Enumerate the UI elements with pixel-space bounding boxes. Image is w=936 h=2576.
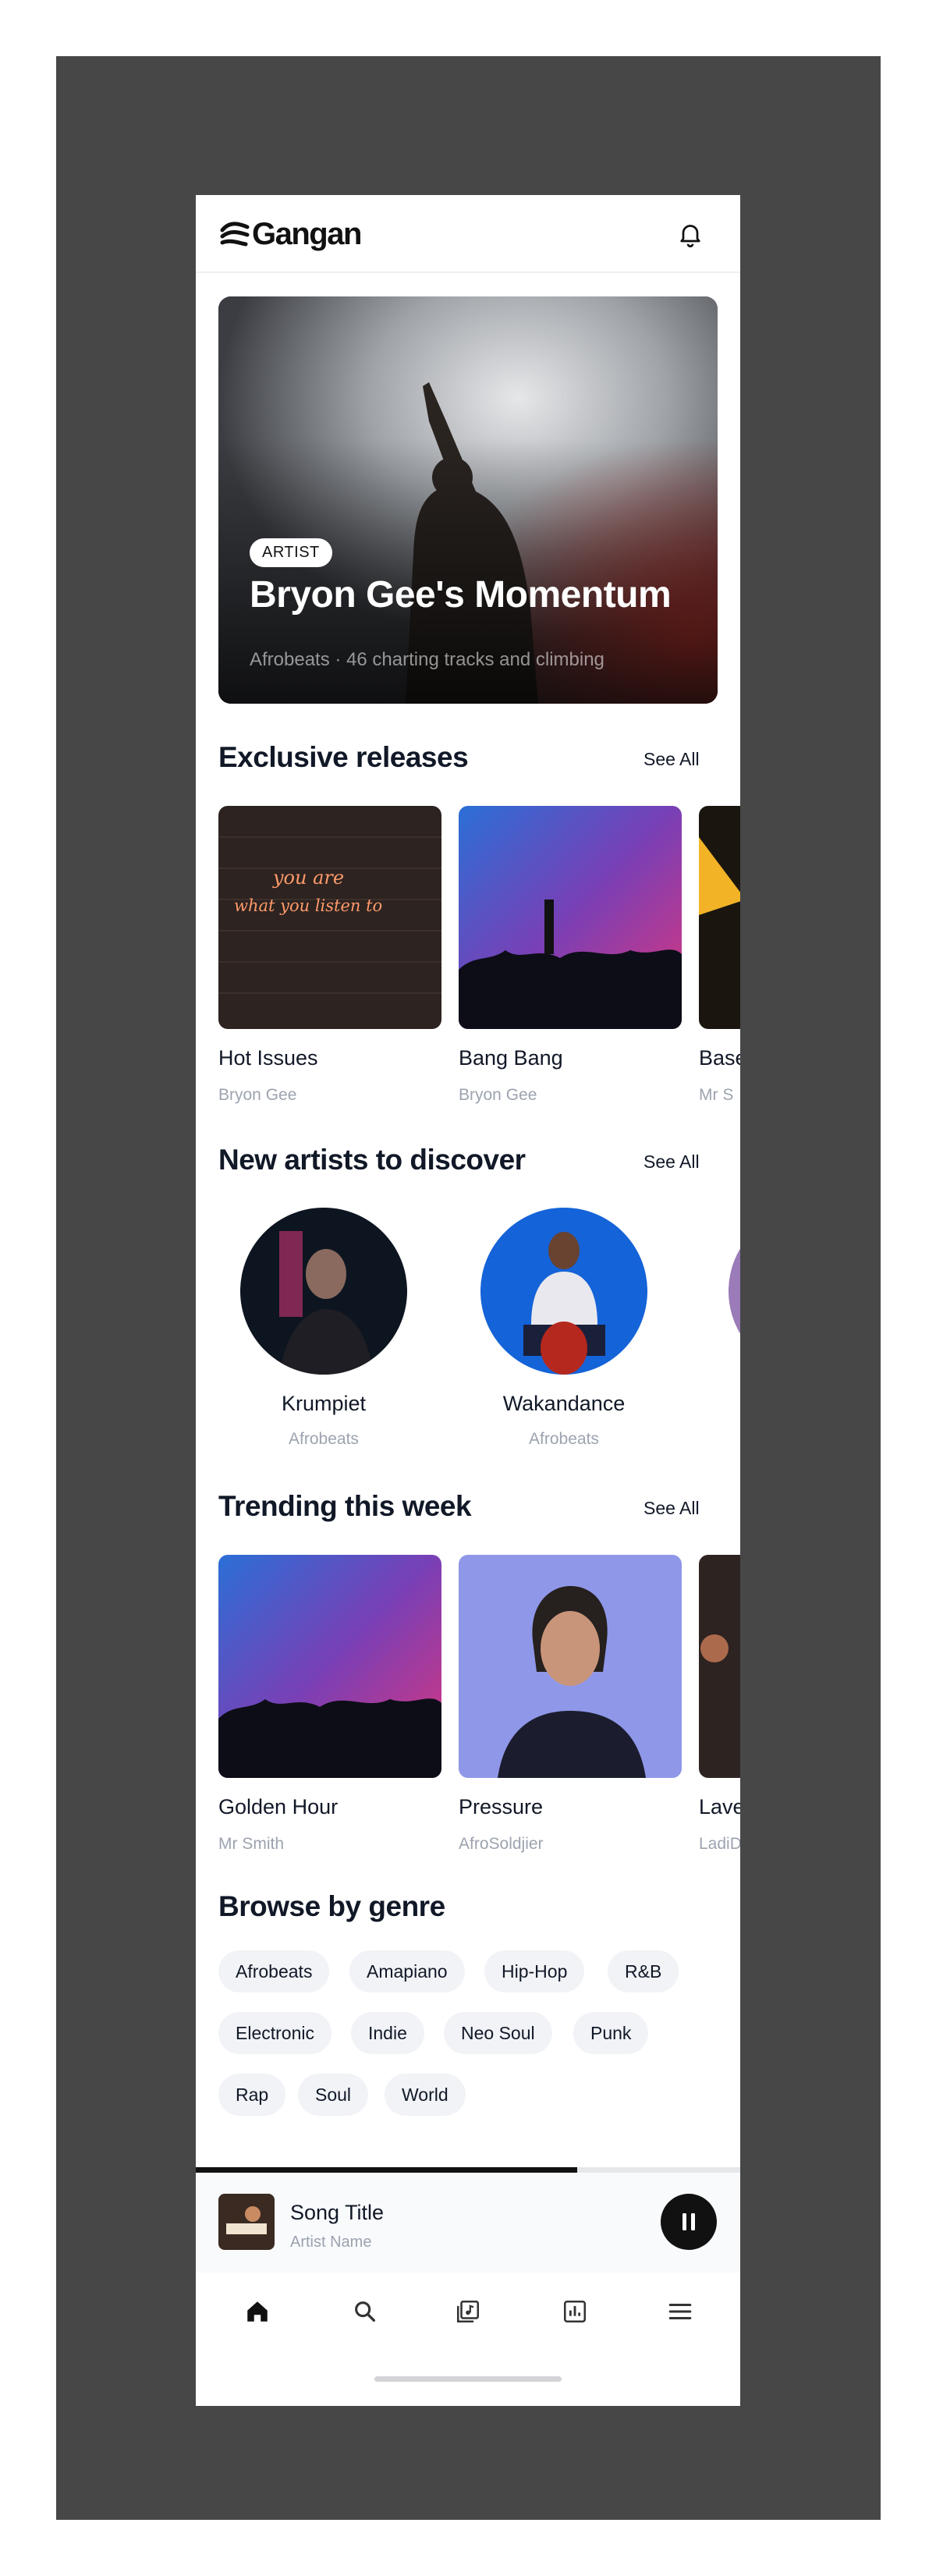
release-artist: Mr S [699, 1086, 734, 1104]
genre-chip[interactable]: Amapiano [349, 1950, 465, 1992]
nav-menu[interactable] [663, 2294, 697, 2329]
trending-title: Golden Hour [218, 1795, 339, 1818]
artist-card[interactable]: Krumpiet Afrobeats [230, 1208, 417, 1449]
neon-text-line: what you listen to [234, 896, 382, 915]
release-title: Base [699, 1046, 740, 1070]
app-screen: Gangan ARTIST Bryon Gee's Momentum Afrob… [196, 195, 740, 2406]
hero-concert-image [218, 296, 718, 704]
home-icon [247, 2301, 268, 2322]
release-card[interactable]: Bang Bang Bryon Gee [459, 806, 682, 1105]
trending-artwork [218, 1555, 441, 1778]
artists-see-all-link[interactable]: See All [644, 1151, 700, 1173]
genre-chip[interactable]: R&B [608, 1950, 679, 1992]
release-artwork [459, 806, 682, 1029]
bell-icon[interactable] [676, 220, 704, 248]
app-name: Gangan [252, 217, 362, 251]
hero-banner[interactable]: ARTIST Bryon Gee's Momentum Afrobeats · … [218, 296, 718, 704]
genre-chip[interactable]: Soul [298, 2074, 369, 2116]
hero-badge: ARTIST [250, 538, 332, 567]
release-card[interactable]: you are what you listen to Hot Issues Br… [218, 806, 441, 1105]
menu-icon [668, 2303, 692, 2320]
trending-artist: AfroSoldjier [459, 1835, 544, 1853]
artist-genre: Afrobeats [289, 1430, 359, 1448]
release-artwork: you are what you listen to [218, 806, 441, 1029]
nav-library[interactable] [451, 2294, 485, 2329]
artist-card[interactable]: Wakandance Afrobeats [470, 1208, 658, 1449]
now-playing-artist: Artist Name [290, 2234, 372, 2251]
genre-chip[interactable]: World [385, 2074, 466, 2116]
hero-title: Bryon Gee's Momentum [250, 574, 672, 616]
home-indicator [374, 2376, 562, 2382]
trending-title: Pressure [459, 1795, 544, 1818]
genre-chip[interactable]: Rap [218, 2074, 286, 2116]
release-artist: Bryon Gee [459, 1086, 537, 1104]
stats-icon [563, 2300, 587, 2323]
genre-chip[interactable]: Indie [351, 2012, 424, 2054]
neon-text-line: you are [272, 867, 344, 889]
release-artist: Bryon Gee [218, 1086, 297, 1104]
library-icon [456, 2300, 480, 2323]
trending-artwork [459, 1555, 682, 1778]
trending-see-all-link[interactable]: See All [644, 1498, 700, 1519]
nav-home[interactable] [240, 2294, 275, 2329]
exclusive-section-title: Exclusive releases [218, 741, 469, 773]
search-icon [355, 2301, 376, 2322]
pause-icon [682, 2213, 695, 2230]
playback-progress-bar[interactable] [196, 2167, 740, 2173]
trending-artist: Mr Smith [218, 1835, 284, 1853]
trending-section-title: Trending this week [218, 1490, 472, 1522]
trending-card[interactable]: Lave LadiD [699, 1555, 740, 1854]
artist-avatar [480, 1208, 647, 1375]
genre-chip[interactable]: Neo Soul [444, 2012, 552, 2054]
genre-section-title: Browse by genre [218, 1890, 445, 1922]
bottom-navigation [196, 2273, 740, 2351]
genre-chip[interactable]: Hip-Hop [484, 1950, 585, 1992]
app-header: Gangan [196, 195, 740, 273]
exclusive-see-all-link[interactable]: See All [644, 749, 700, 770]
genre-chip[interactable]: Afrobeats [218, 1950, 330, 1992]
hero-subtitle: Afrobeats · 46 charting tracks and climb… [250, 649, 604, 670]
gangan-wave-icon [220, 221, 250, 246]
now-playing-title: Song Title [290, 2201, 385, 2224]
artist-name: Krumpiet [281, 1392, 367, 1415]
trending-card[interactable]: Pressure AfroSoldjier [459, 1555, 682, 1854]
playback-progress-fill [196, 2167, 577, 2173]
mini-player[interactable]: Song Title Artist Name [196, 2173, 740, 2273]
trending-title: Lave [699, 1795, 740, 1818]
artist-genre: Afrobeats [529, 1430, 599, 1448]
artist-avatar-partial[interactable] [729, 1208, 740, 1375]
artists-section-title: New artists to discover [218, 1144, 526, 1176]
trending-artwork [699, 1555, 740, 1778]
release-card[interactable]: Base Mr S [699, 806, 740, 1105]
artist-name: Wakandance [502, 1392, 626, 1415]
artist-avatar [240, 1208, 407, 1375]
pause-button[interactable] [661, 2194, 717, 2250]
release-title: Hot Issues [218, 1046, 318, 1070]
trending-card[interactable]: Golden Hour Mr Smith [218, 1555, 441, 1854]
release-artwork [699, 806, 740, 1029]
app-logo[interactable]: Gangan [219, 217, 362, 252]
now-playing-artwork [218, 2194, 275, 2250]
genre-chip[interactable]: Electronic [218, 2012, 332, 2054]
nav-stats[interactable] [558, 2294, 592, 2329]
genre-chip[interactable]: Punk [573, 2012, 649, 2054]
release-title: Bang Bang [459, 1046, 563, 1070]
trending-artist: LadiD [699, 1835, 740, 1853]
nav-search[interactable] [348, 2294, 382, 2329]
